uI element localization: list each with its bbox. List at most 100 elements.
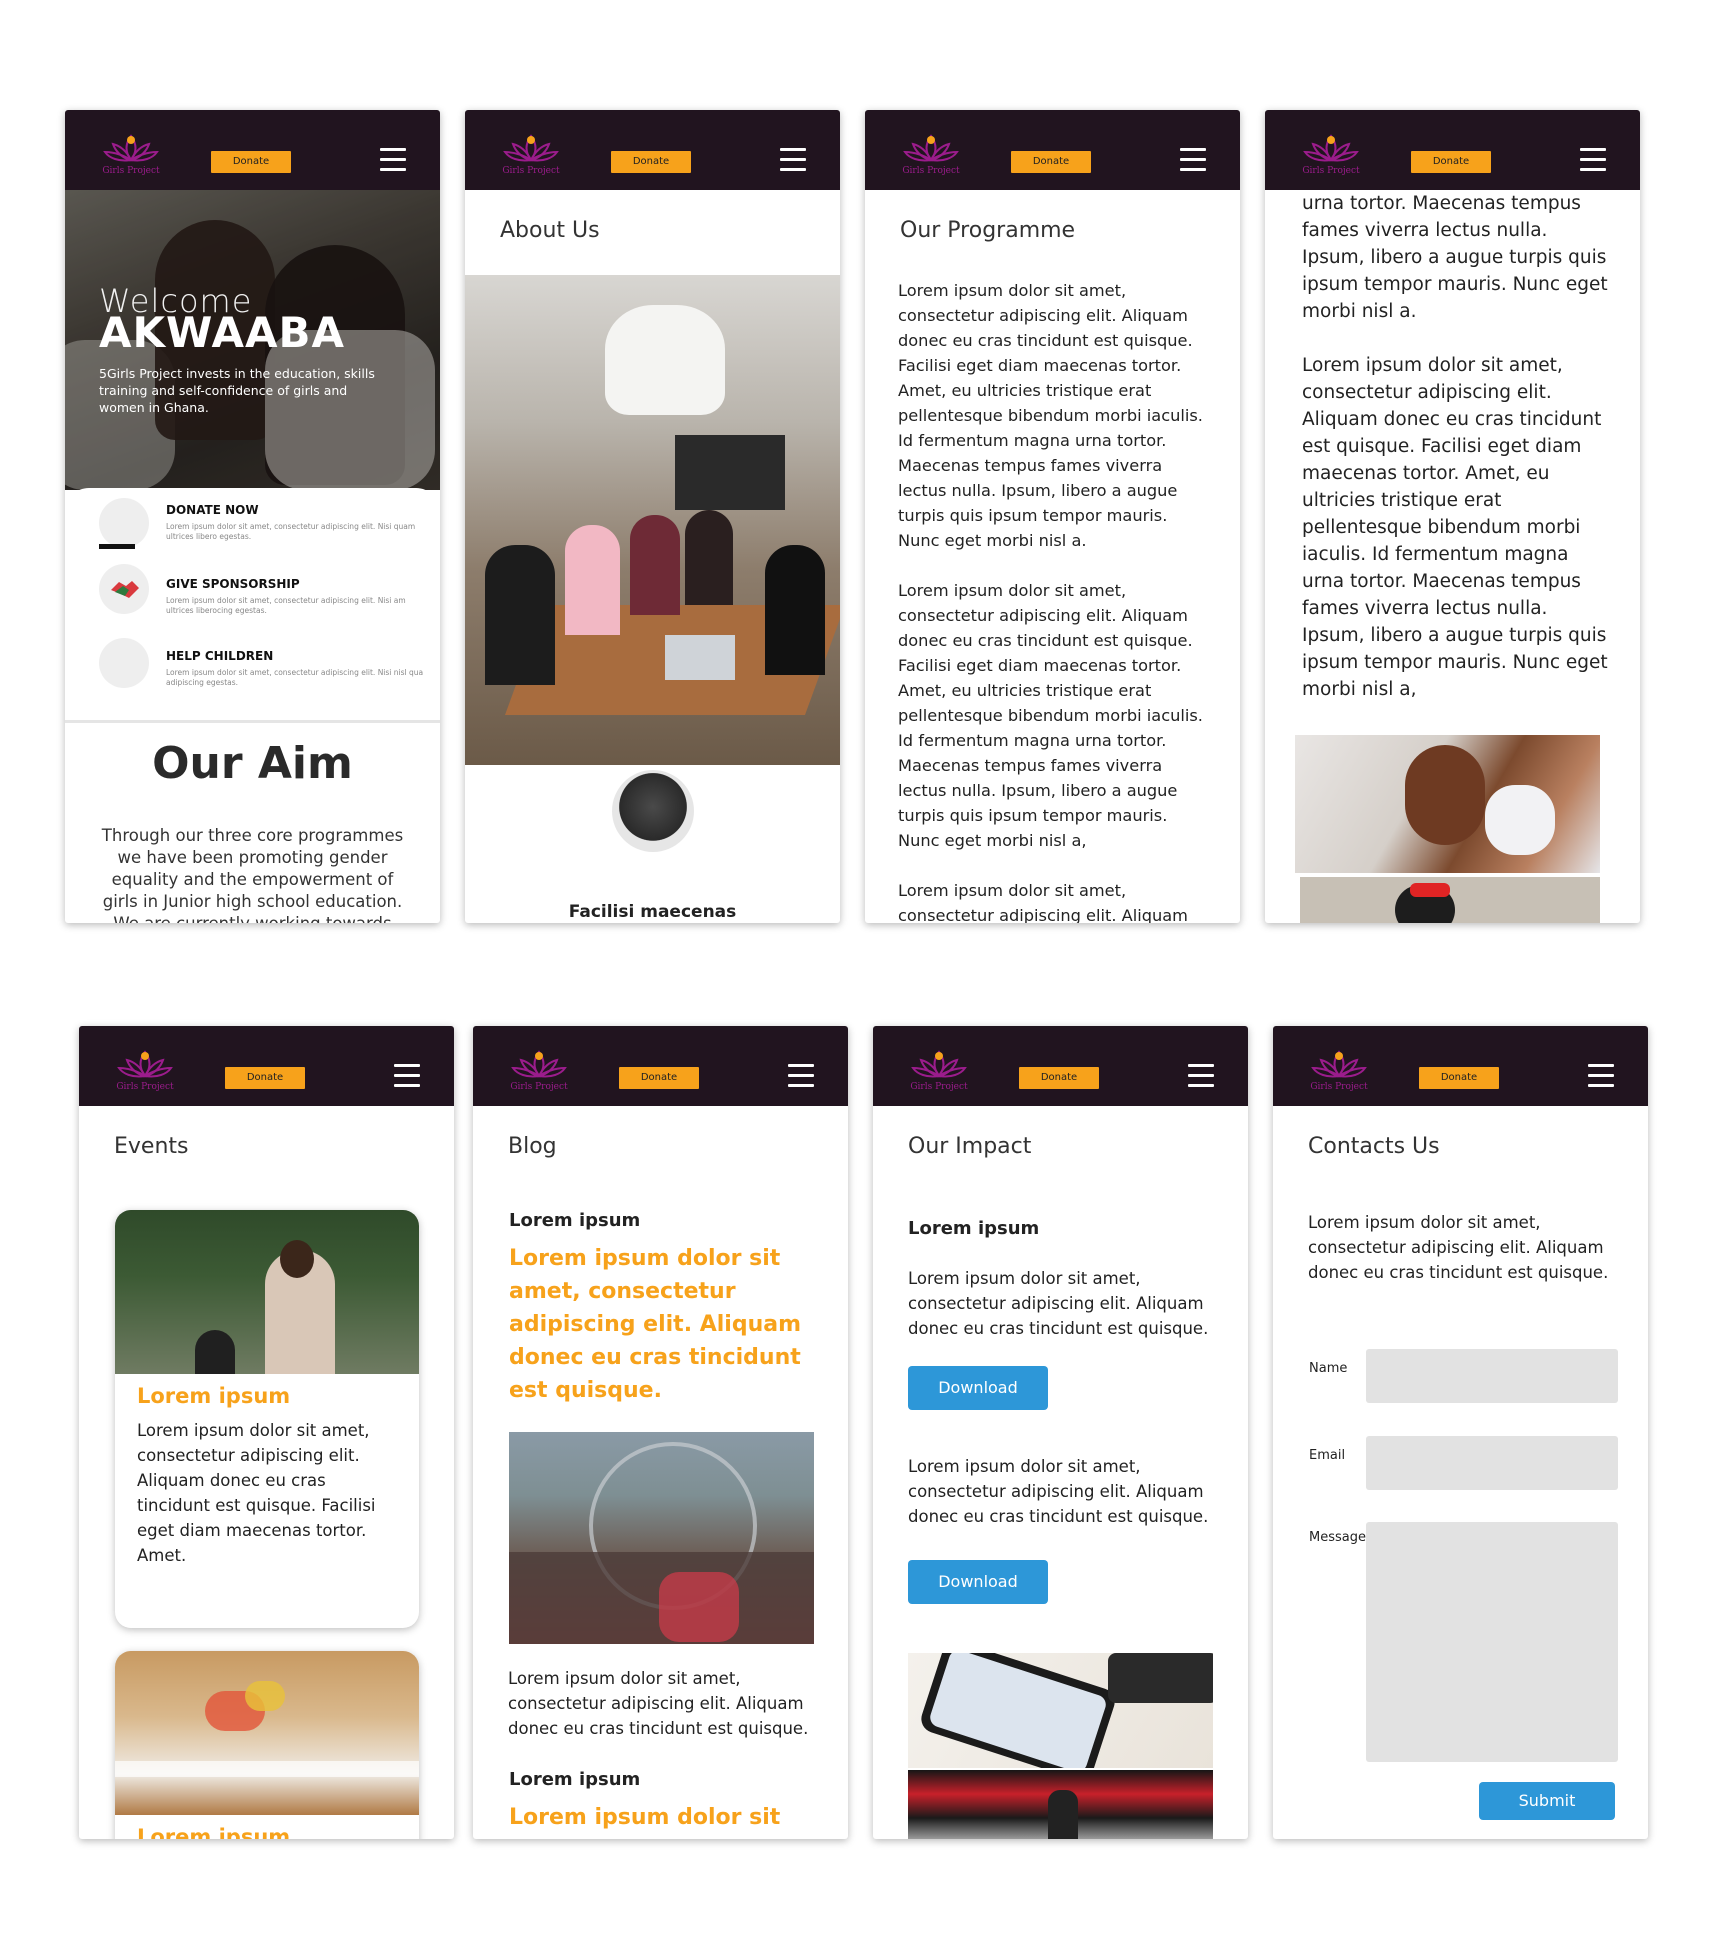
hamburger-menu-icon[interactable] (1188, 1064, 1214, 1088)
app-header: Girls Project Donate (1273, 1026, 1648, 1106)
events-content: Events Lorem ipsum Lorem ipsum dolor sit… (79, 1106, 454, 1839)
event-photo (115, 1210, 419, 1374)
hamburger-menu-icon[interactable] (1588, 1064, 1614, 1088)
impact-text: Lorem ipsum dolor sit amet, consectetur … (908, 1269, 1209, 1338)
name-field[interactable] (1366, 1349, 1618, 1403)
hero-title: AKWAABA (99, 308, 346, 357)
blog-subheading: Lorem ipsum (509, 1769, 641, 1790)
service-title[interactable]: GIVE SPONSORSHIP (166, 577, 300, 591)
home-content: Welcome AKWAABA 5Girls Project invests i… (65, 190, 440, 923)
hamburger-menu-icon[interactable] (380, 148, 406, 172)
logo-text: Girls Project (1302, 166, 1360, 176)
logo-text: Girls Project (102, 166, 160, 176)
service-title[interactable]: HELP CHILDREN (166, 649, 273, 663)
logo[interactable]: Girls Project (499, 132, 563, 178)
hamburger-menu-icon[interactable] (394, 1064, 420, 1088)
hamburger-menu-icon[interactable] (1180, 148, 1206, 172)
hero-description: 5Girls Project invests in the education,… (99, 366, 375, 415)
donate-icon (99, 498, 149, 548)
impact-screen: Girls Project Donate Our Impact Lorem ip… (873, 1026, 1248, 1839)
logo[interactable]: Girls Project (907, 1048, 971, 1094)
handshake-icon (99, 564, 149, 614)
logo-text: Girls Project (510, 1082, 568, 1092)
event-heading: Lorem ipsum (137, 1825, 291, 1839)
email-field[interactable] (1366, 1436, 1618, 1490)
logo[interactable]: Girls Project (1307, 1048, 1371, 1094)
event-card[interactable]: Lorem ipsum Lorem ipsum dolor sit amet, … (115, 1210, 419, 1628)
logo-text: Girls Project (902, 166, 960, 176)
donate-button[interactable]: Donate (225, 1067, 305, 1089)
programme-scrolled-screen: Girls Project Donate urna tortor. Maecen… (1265, 110, 1640, 923)
meeting-photo (465, 275, 840, 765)
impact-subheading: Lorem ipsum (908, 1218, 1040, 1239)
logo[interactable]: Girls Project (507, 1048, 571, 1094)
programme-screen: Girls Project Donate Our Programme Lorem… (865, 110, 1240, 923)
submit-button[interactable]: Submit (1479, 1782, 1615, 1820)
programme-paragraph: urna tortor. Maecenas tempus fames viver… (1302, 193, 1608, 322)
message-label: Message (1309, 1530, 1366, 1545)
page-title: Our Impact (908, 1134, 1032, 1159)
event-heading: Lorem ipsum (137, 1384, 291, 1408)
aim-title: Our Aim (152, 738, 353, 789)
about-screen: Girls Project Donate About Us Facilisi m… (465, 110, 840, 923)
donate-icon-base (99, 544, 135, 549)
message-field[interactable] (1366, 1522, 1618, 1762)
logo-text: Girls Project (910, 1082, 968, 1092)
blog-screen: Girls Project Donate Blog Lorem ipsum Lo… (473, 1026, 848, 1839)
logo[interactable]: Girls Project (1299, 132, 1363, 178)
donate-button[interactable]: Donate (611, 151, 691, 173)
event-card[interactable]: Lorem ipsum (115, 1651, 419, 1839)
service-desc: Lorem ipsum dolor sit amet, consectetur … (166, 668, 424, 687)
lab-photo (1295, 735, 1600, 873)
download-button[interactable]: Download (908, 1366, 1048, 1410)
donate-button[interactable]: Donate (211, 151, 291, 173)
logo[interactable]: Girls Project (113, 1048, 177, 1094)
app-header: Girls Project Donate (473, 1026, 848, 1106)
app-header: Girls Project Donate (865, 110, 1240, 190)
lotus-icon (903, 134, 959, 162)
logo[interactable]: Girls Project (99, 132, 163, 178)
donate-button[interactable]: Donate (1011, 151, 1091, 173)
programme-paragraph: Lorem ipsum dolor sit amet, consectetur … (898, 581, 1203, 850)
section-divider (65, 720, 440, 723)
hamburger-menu-icon[interactable] (788, 1064, 814, 1088)
email-label: Email (1309, 1448, 1346, 1463)
hamburger-menu-icon[interactable] (780, 148, 806, 172)
logo[interactable]: Girls Project (899, 132, 963, 178)
blog-headline[interactable]: Lorem ipsum dolor sit amet, consectetur … (509, 1242, 809, 1407)
blog-subheading: Lorem ipsum (509, 1210, 641, 1231)
app-header: Girls Project Donate (1265, 110, 1640, 190)
blog-content: Blog Lorem ipsum Lorem ipsum dolor sit a… (473, 1106, 848, 1839)
lotus-icon (103, 134, 159, 162)
logo-text: Girls Project (116, 1082, 174, 1092)
blog-headline[interactable]: Lorem ipsum dolor sit (509, 1801, 809, 1834)
app-header: Girls Project Donate (79, 1026, 454, 1106)
service-title[interactable]: DONATE NOW (166, 503, 259, 517)
donate-button[interactable]: Donate (1019, 1067, 1099, 1089)
download-button[interactable]: Download (908, 1560, 1048, 1604)
about-content: About Us Facilisi maecenas (465, 190, 840, 923)
donate-button[interactable]: Donate (1411, 151, 1491, 173)
blog-body: Lorem ipsum dolor sit amet, consectetur … (508, 1669, 809, 1738)
page-title: Events (114, 1134, 189, 1159)
lotus-icon (1303, 134, 1359, 162)
app-header: Girls Project Donate (65, 110, 440, 190)
children-icon (99, 638, 149, 688)
contact-screen: Girls Project Donate Contacts Us Lorem i… (1273, 1026, 1648, 1839)
service-desc: Lorem ipsum dolor sit amet, consectetur … (166, 522, 416, 541)
app-header: Girls Project Donate (873, 1026, 1248, 1106)
classroom-photo (1300, 877, 1600, 923)
contact-intro: Lorem ipsum dolor sit amet, consectetur … (1308, 1213, 1609, 1282)
logo-text: Girls Project (502, 166, 560, 176)
events-screen: Girls Project Donate Events Lorem ipsum … (79, 1026, 454, 1839)
page-title: Blog (508, 1134, 557, 1159)
hamburger-menu-icon[interactable] (1580, 148, 1606, 172)
impact-content: Our Impact Lorem ipsum Lorem ipsum dolor… (873, 1106, 1248, 1839)
donate-button[interactable]: Donate (1419, 1067, 1499, 1089)
programme-scrolled-content: urna tortor. Maecenas tempus fames viver… (1265, 190, 1640, 923)
app-header: Girls Project Donate (465, 110, 840, 190)
donate-button[interactable]: Donate (619, 1067, 699, 1089)
programme-paragraph: Lorem ipsum dolor sit amet, consectetur … (1302, 355, 1608, 700)
blog-photo (509, 1432, 814, 1644)
programme-paragraph: Lorem ipsum dolor sit amet, consectetur … (898, 881, 1188, 923)
